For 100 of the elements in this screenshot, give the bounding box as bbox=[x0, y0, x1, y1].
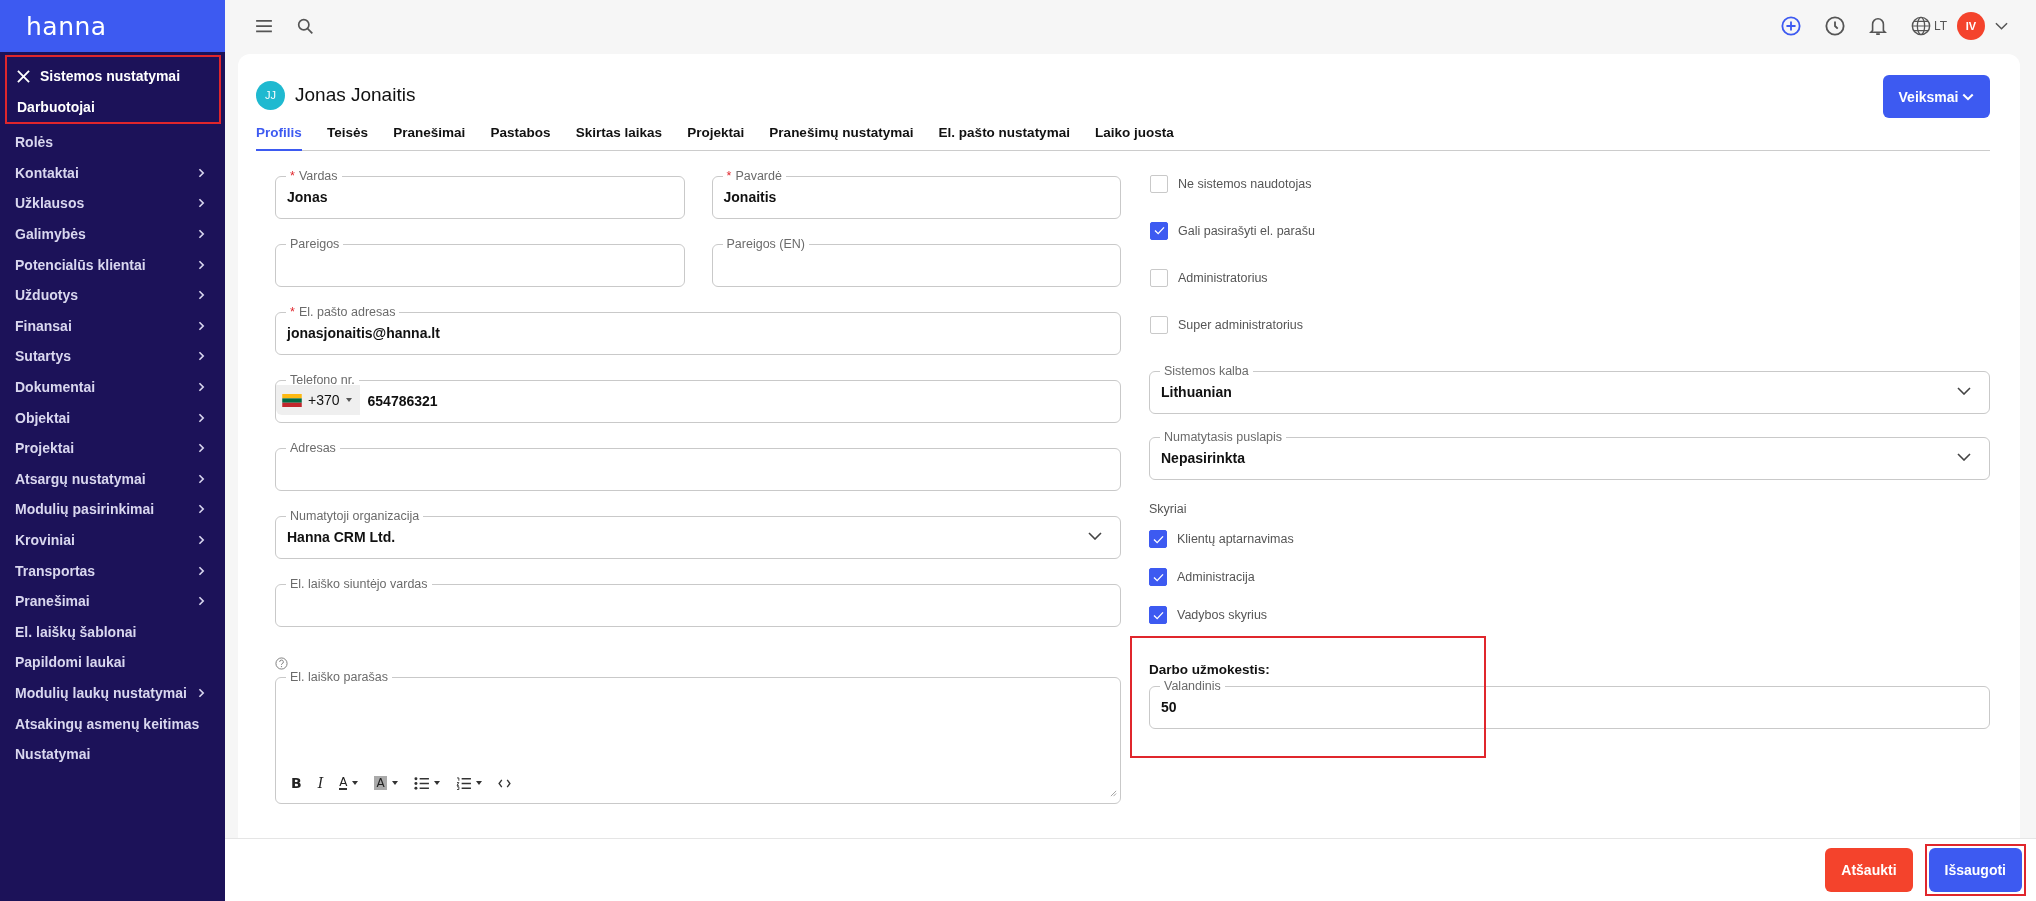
tab[interactable]: Profilis bbox=[256, 119, 302, 151]
checkmark-icon bbox=[1152, 572, 1164, 582]
language-selector[interactable]: LT bbox=[1910, 16, 1947, 36]
signature-editor[interactable]: El. laiško parašas B I A A bbox=[275, 670, 1121, 804]
tab[interactable]: Projektai bbox=[674, 119, 757, 151]
chevron-right-icon bbox=[198, 382, 205, 393]
globe-icon bbox=[1910, 16, 1931, 36]
sidebar-item[interactable]: Atsakingų asmenų keitimas bbox=[0, 708, 225, 739]
user-avatar[interactable]: IV bbox=[1957, 12, 1985, 40]
checkbox[interactable] bbox=[1150, 174, 1168, 193]
italic-button[interactable]: I bbox=[317, 775, 324, 791]
sidebar-item[interactable]: Kontaktai bbox=[0, 157, 225, 189]
bullet-list-button[interactable] bbox=[413, 776, 440, 790]
menu-icon[interactable] bbox=[255, 19, 273, 33]
country-code-select[interactable]: +370 bbox=[276, 385, 360, 415]
sidebar-item[interactable]: Dokumentai bbox=[0, 371, 225, 403]
text-field[interactable]: * Pavardė Jonaitis bbox=[711, 169, 1121, 219]
text-field[interactable]: * Vardas Jonas bbox=[275, 169, 685, 219]
phone-field[interactable]: Telefono nr. +370 654786321 bbox=[275, 373, 1121, 423]
chevron-right-icon bbox=[198, 565, 205, 576]
select-field[interactable]: Sistemos kalba Lithuanian bbox=[1149, 364, 1990, 414]
bell-icon[interactable] bbox=[1868, 16, 1887, 36]
sidebar-item[interactable]: Atsargų nustatymai bbox=[0, 463, 225, 495]
numbered-list-button[interactable] bbox=[455, 776, 482, 790]
caret-icon bbox=[433, 781, 440, 785]
select-field[interactable]: Numatytoji organizacija Hanna CRM Ltd. bbox=[275, 509, 1121, 559]
sidebar-item[interactable]: Transportas bbox=[0, 555, 225, 586]
flag-icon bbox=[282, 393, 302, 407]
text-field[interactable]: El. laiško siuntėjo vardas bbox=[275, 577, 1121, 627]
tab[interactable]: Laiko juosta bbox=[1082, 119, 1187, 151]
sidebar-item[interactable]: Pranešimai bbox=[0, 585, 225, 617]
chevron-right-icon bbox=[198, 351, 205, 362]
section-label: Skyriai bbox=[1149, 502, 1188, 516]
close-icon bbox=[17, 69, 30, 83]
checkmark-icon bbox=[1152, 610, 1164, 620]
resize-grip-icon[interactable] bbox=[1110, 790, 1117, 797]
chevron-down-icon bbox=[1957, 387, 1971, 395]
caret-icon bbox=[345, 398, 352, 402]
sidebar-item[interactable]: Sutartys bbox=[0, 341, 225, 372]
sidebar-item[interactable]: Objektai bbox=[0, 402, 225, 433]
sidebar-item[interactable]: Nustatymai bbox=[0, 738, 225, 770]
tab[interactable]: Pastabos bbox=[477, 119, 564, 151]
chevron-right-icon bbox=[198, 473, 205, 484]
select-field[interactable]: Numatytasis puslapis Nepasirinkta bbox=[1149, 430, 1990, 480]
actions-button[interactable]: Veiksmai bbox=[1883, 75, 1990, 118]
sidebar-item[interactable]: Galimybės bbox=[0, 218, 225, 250]
checkbox[interactable] bbox=[1150, 221, 1168, 240]
tab[interactable]: Pranešimų nustatymai bbox=[756, 119, 926, 151]
text-field[interactable]: Pareigos bbox=[275, 237, 685, 287]
text-field[interactable]: Adresas bbox=[275, 441, 1121, 491]
help-icon[interactable] bbox=[275, 657, 288, 670]
sidebar-item[interactable]: Rolės bbox=[0, 127, 225, 158]
chevron-right-icon bbox=[198, 412, 205, 423]
caret-icon bbox=[391, 781, 398, 785]
search-icon[interactable] bbox=[297, 17, 314, 35]
sidebar-item[interactable]: Darbuotojai bbox=[7, 94, 219, 120]
sidebar-item[interactable]: El. laiškų šablonai bbox=[0, 616, 225, 648]
checkbox-label: Ne sistemos naudotojas bbox=[1178, 176, 1312, 191]
tab[interactable]: Teisės bbox=[314, 119, 381, 151]
text-field[interactable]: Pareigos (EN) bbox=[711, 237, 1121, 287]
chevron-right-icon bbox=[198, 504, 205, 515]
chevron-right-icon bbox=[198, 167, 205, 178]
chevron-right-icon bbox=[198, 535, 205, 545]
checkbox-label: Vadybos skyrius bbox=[1177, 608, 1268, 622]
sidebar-item[interactable]: Projektai bbox=[0, 432, 225, 464]
tab[interactable]: Skirtas laikas bbox=[563, 119, 675, 151]
tab[interactable]: Pranešimai bbox=[380, 119, 478, 151]
sidebar-item[interactable]: Potencialūs klientai bbox=[0, 249, 225, 280]
sidebar-item[interactable]: Užklausos bbox=[0, 188, 225, 219]
text-color-button[interactable]: A bbox=[339, 776, 359, 790]
checkbox[interactable] bbox=[1150, 315, 1168, 334]
checkbox[interactable] bbox=[1149, 606, 1167, 624]
chevron-right-icon bbox=[198, 259, 205, 270]
checkmark-icon bbox=[1153, 226, 1165, 235]
sidebar-item[interactable]: Užduotys bbox=[0, 279, 225, 311]
tab[interactable]: El. pašto nustatymai bbox=[926, 119, 1083, 151]
chevron-right-icon bbox=[198, 443, 205, 454]
chevron-right-icon bbox=[198, 320, 205, 331]
user-name: Jonas Jonaitis bbox=[295, 84, 416, 106]
sidebar-item[interactable]: Modulių pasirinkimai bbox=[0, 494, 225, 525]
close-section-button[interactable]: Sistemos nustatymai bbox=[7, 60, 191, 94]
checkbox[interactable] bbox=[1149, 568, 1167, 586]
text-field[interactable]: * El. pašto adresas jonasjonaitis@hanna.lt bbox=[275, 305, 1121, 355]
logo[interactable]: hanna bbox=[26, 11, 107, 41]
checkbox[interactable] bbox=[1150, 268, 1168, 287]
sidebar-item[interactable]: Modulių laukų nustatymai bbox=[0, 677, 225, 709]
add-icon[interactable] bbox=[1780, 16, 1801, 36]
clock-icon[interactable] bbox=[1824, 16, 1845, 36]
checkbox[interactable] bbox=[1149, 530, 1167, 548]
sidebar-item[interactable]: Kroviniai bbox=[0, 524, 225, 556]
bold-button[interactable]: B bbox=[291, 775, 302, 791]
sidebar-item[interactable]: Papildomi laukai bbox=[0, 647, 225, 678]
sidebar-item[interactable]: Finansai bbox=[0, 310, 225, 342]
checkbox-label: Klientų aptarnavimas bbox=[1177, 532, 1294, 546]
chevron-down-icon[interactable] bbox=[1995, 22, 2008, 30]
cancel-button[interactable]: Atšaukti bbox=[1825, 848, 1913, 892]
save-button[interactable]: Išsaugoti bbox=[1928, 848, 2022, 892]
text-field[interactable]: Valandinis 50 bbox=[1149, 679, 1990, 729]
code-button[interactable] bbox=[497, 778, 511, 788]
chevron-down-icon bbox=[1962, 92, 1975, 101]
